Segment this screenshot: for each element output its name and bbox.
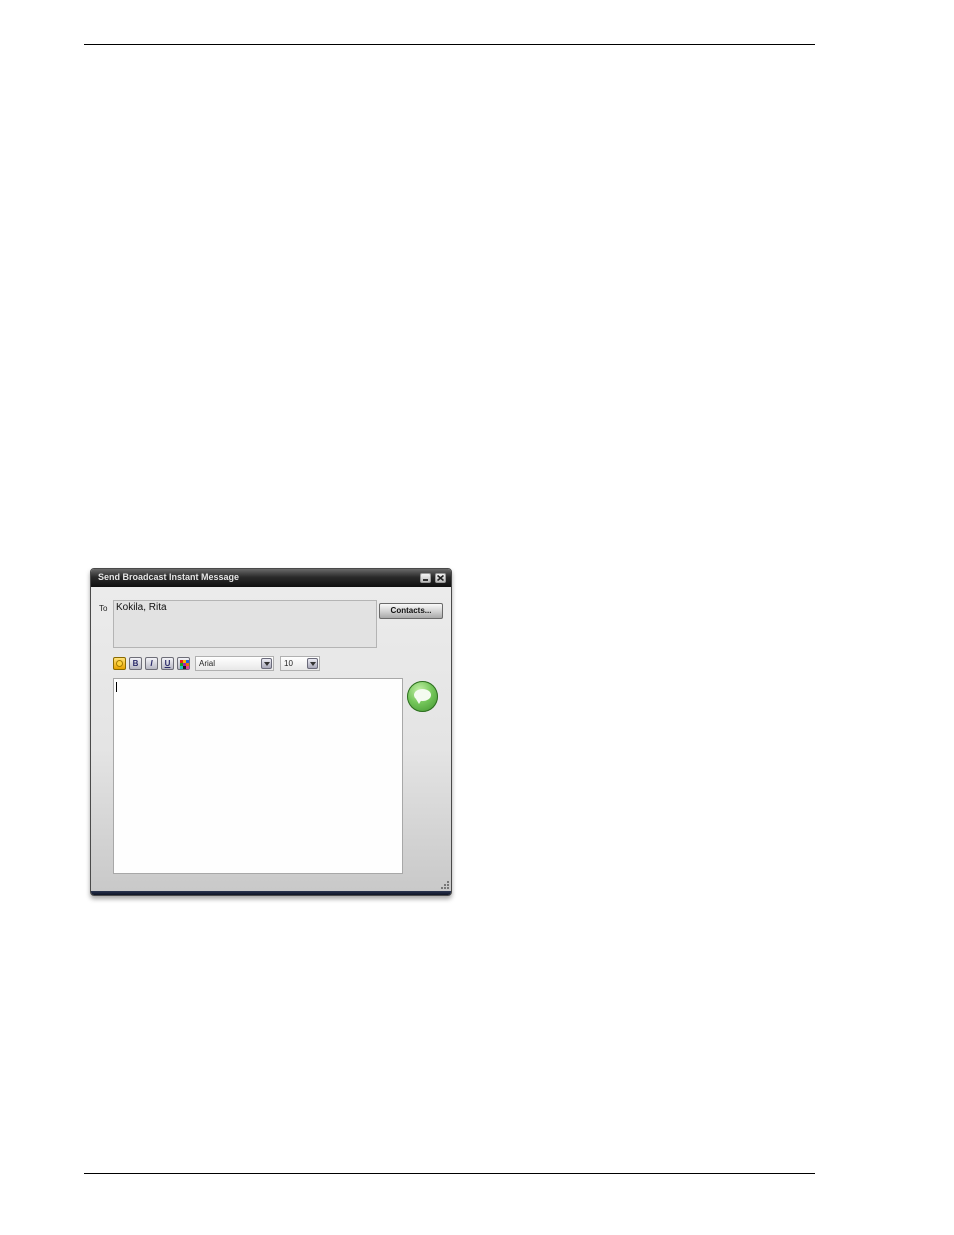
window-title: Send Broadcast Instant Message (98, 572, 240, 582)
contacts-button[interactable]: Contacts... (379, 603, 443, 619)
chevron-down-icon[interactable] (261, 658, 272, 669)
chevron-down-icon[interactable] (307, 658, 318, 669)
message-input[interactable] (113, 678, 403, 874)
underline-button[interactable]: U (161, 657, 174, 670)
footer-rule (84, 1173, 815, 1174)
text-color-icon[interactable] (177, 657, 190, 670)
send-message-icon[interactable] (407, 681, 438, 712)
smiley-face (116, 660, 123, 667)
recipients-text: Kokila, Rita (116, 602, 167, 613)
close-icon[interactable] (435, 573, 446, 583)
font-family-select[interactable]: Arial (195, 656, 274, 671)
font-size-value: 10 (284, 659, 293, 668)
resize-grip-icon[interactable] (441, 881, 449, 889)
minimize-icon[interactable] (420, 573, 431, 583)
speech-bubble-tail (416, 699, 422, 704)
to-label: To (99, 604, 108, 613)
color-swatch-grid (180, 660, 189, 669)
window-bottom-border (91, 891, 451, 895)
text-caret (116, 682, 117, 692)
font-size-select[interactable]: 10 (280, 656, 320, 671)
broadcast-message-window: Send Broadcast Instant Message To Kokila… (90, 568, 452, 896)
recipients-field[interactable]: Kokila, Rita (113, 600, 377, 648)
italic-button[interactable]: I (145, 657, 158, 670)
header-rule (84, 44, 815, 45)
emoticon-icon[interactable] (113, 657, 126, 670)
bold-button[interactable]: B (129, 657, 142, 670)
font-family-value: Arial (199, 659, 216, 668)
title-bar[interactable]: Send Broadcast Instant Message (91, 569, 451, 587)
